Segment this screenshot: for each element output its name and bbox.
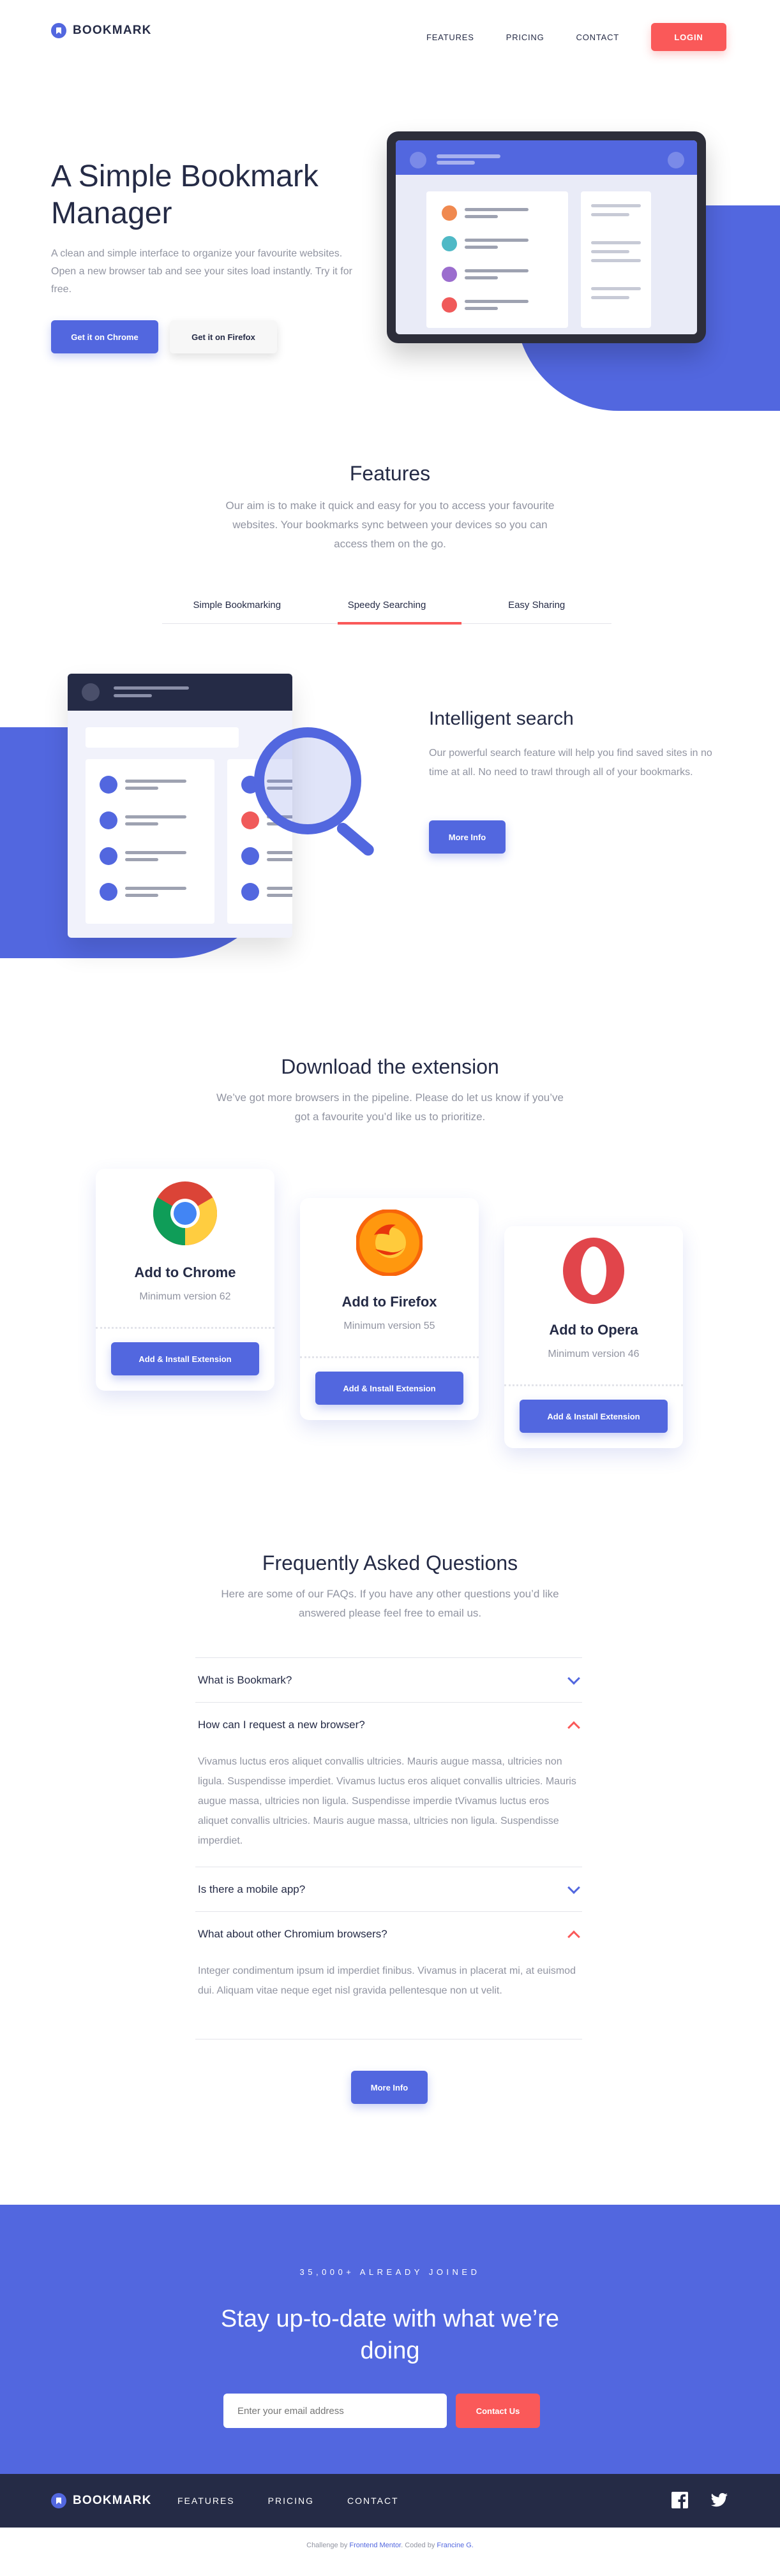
contact-us-button[interactable]: Contact Us bbox=[456, 2394, 540, 2428]
bookmark-logo-icon bbox=[51, 2493, 66, 2508]
hero-illustration bbox=[387, 131, 706, 343]
features-title: Features bbox=[349, 462, 431, 485]
author-link[interactable]: Francine G. bbox=[437, 2542, 473, 2549]
site-header: BOOKMARK FEATURES PRICING CONTACT LOGIN bbox=[0, 0, 780, 61]
get-firefox-button[interactable]: Get it on Firefox bbox=[170, 320, 277, 353]
faq-item[interactable]: What about other Chromium browsers? bbox=[195, 1911, 582, 1956]
faq-item[interactable]: What is Bookmark? bbox=[195, 1657, 582, 1702]
nav-contact[interactable]: CONTACT bbox=[576, 33, 619, 42]
faq-question: What is Bookmark? bbox=[198, 1673, 292, 1686]
opera-install-button[interactable]: Add & Install Extension bbox=[520, 1400, 668, 1433]
opera-card: Add to Opera Minimum version 46 Add & In… bbox=[504, 1226, 683, 1448]
faq-text: Here are some of our FAQs. If you have a… bbox=[221, 1588, 559, 1619]
feature-tabs: Simple Bookmarking Speedy Searching Easy… bbox=[162, 587, 611, 625]
faq-question: How can I request a new browser? bbox=[198, 1718, 365, 1731]
email-field[interactable] bbox=[223, 2394, 447, 2428]
joined-count: 35,000+ ALREADY JOINED bbox=[299, 2267, 481, 2277]
chevron-down-icon bbox=[567, 1671, 580, 1685]
twitter-icon[interactable] bbox=[710, 2493, 728, 2510]
tab-speedy-searching[interactable]: Speedy Searching bbox=[312, 587, 462, 625]
site-footer: BOOKMARK FEATURES PRICING CONTACT bbox=[0, 2474, 780, 2528]
faq-answer: Integer condimentum ipsum id imperdiet f… bbox=[198, 1965, 576, 1996]
feature-more-info-button[interactable]: More Info bbox=[429, 820, 506, 854]
chevron-up-icon bbox=[567, 1930, 580, 1943]
firefox-card-version: Minimum version 55 bbox=[343, 1321, 435, 1331]
hero-title: A Simple Bookmark Manager bbox=[51, 159, 319, 230]
firefox-install-button[interactable]: Add & Install Extension bbox=[315, 1372, 463, 1405]
brand-logo[interactable]: BOOKMARK bbox=[51, 23, 152, 38]
nav-features[interactable]: FEATURES bbox=[426, 33, 474, 42]
chevron-down-icon bbox=[567, 1881, 580, 1894]
faq-question: Is there a mobile app? bbox=[198, 1883, 306, 1895]
newsletter-section: 35,000+ ALREADY JOINED Stay up-to-date w… bbox=[0, 2205, 780, 2474]
feature-panel-text: Our powerful search feature will help yo… bbox=[429, 748, 712, 778]
firefox-card: Add to Firefox Minimum version 55 Add & … bbox=[300, 1198, 479, 1420]
feature-panel-title: Intelligent search bbox=[429, 708, 574, 729]
firefox-logo-icon bbox=[356, 1209, 423, 1277]
features-text: Our aim is to make it quick and easy for… bbox=[225, 500, 555, 550]
login-button[interactable]: LOGIN bbox=[651, 23, 726, 51]
opera-logo-icon bbox=[560, 1238, 627, 1304]
magnifier-icon bbox=[254, 727, 361, 834]
footer-nav: FEATURES PRICING CONTACT bbox=[177, 2496, 399, 2506]
search-illustration bbox=[68, 674, 292, 938]
opera-card-title: Add to Opera bbox=[549, 1322, 638, 1338]
chrome-card-title: Add to Chrome bbox=[134, 1264, 236, 1280]
tab-easy-sharing[interactable]: Easy Sharing bbox=[461, 587, 611, 623]
hero-text: A clean and simple interface to organize… bbox=[51, 248, 352, 295]
frontend-mentor-link[interactable]: Frontend Mentor bbox=[349, 2542, 401, 2549]
footer-brand-name: BOOKMARK bbox=[73, 2494, 152, 2507]
footer-link-features[interactable]: FEATURES bbox=[177, 2496, 235, 2506]
nav-pricing[interactable]: PRICING bbox=[506, 33, 544, 42]
chevron-up-icon bbox=[567, 1721, 580, 1734]
footer-link-pricing[interactable]: PRICING bbox=[268, 2496, 314, 2506]
main-nav: FEATURES PRICING CONTACT LOGIN bbox=[426, 23, 726, 51]
footer-link-contact[interactable]: CONTACT bbox=[347, 2496, 399, 2506]
faq-item[interactable]: Is there a mobile app? bbox=[195, 1867, 582, 1911]
tab-simple-bookmarking[interactable]: Simple Bookmarking bbox=[162, 587, 312, 623]
download-text: We’ve got more browsers in the pipeline.… bbox=[216, 1092, 564, 1123]
faq-answer: Vivamus luctus eros aliquet convallis ul… bbox=[198, 1756, 576, 1846]
faq-more-info-button[interactable]: More Info bbox=[351, 2071, 428, 2104]
opera-card-version: Minimum version 46 bbox=[548, 1349, 640, 1359]
faq-item[interactable]: How can I request a new browser? bbox=[195, 1702, 582, 1747]
chrome-install-button[interactable]: Add & Install Extension bbox=[111, 1342, 259, 1375]
bookmark-logo-icon bbox=[51, 23, 66, 38]
chrome-card: Add to Chrome Minimum version 62 Add & I… bbox=[96, 1169, 274, 1391]
brand-name: BOOKMARK bbox=[73, 24, 152, 37]
attribution: Challenge by Frontend Mentor. Coded by F… bbox=[306, 2542, 474, 2549]
newsletter-title: Stay up-to-date with what we’re doing bbox=[220, 2306, 560, 2364]
chrome-logo-icon bbox=[152, 1180, 218, 1247]
download-title: Download the extension bbox=[281, 1055, 499, 1078]
facebook-icon[interactable] bbox=[671, 2492, 688, 2508]
faq-title: Frequently Asked Questions bbox=[262, 1551, 518, 1574]
get-chrome-button[interactable]: Get it on Chrome bbox=[51, 320, 158, 353]
chrome-card-version: Minimum version 62 bbox=[139, 1291, 231, 1302]
faq-question: What about other Chromium browsers? bbox=[198, 1927, 387, 1940]
magnifier-handle bbox=[334, 820, 377, 858]
firefox-card-title: Add to Firefox bbox=[341, 1294, 437, 1310]
footer-logo[interactable]: BOOKMARK bbox=[51, 2493, 152, 2508]
